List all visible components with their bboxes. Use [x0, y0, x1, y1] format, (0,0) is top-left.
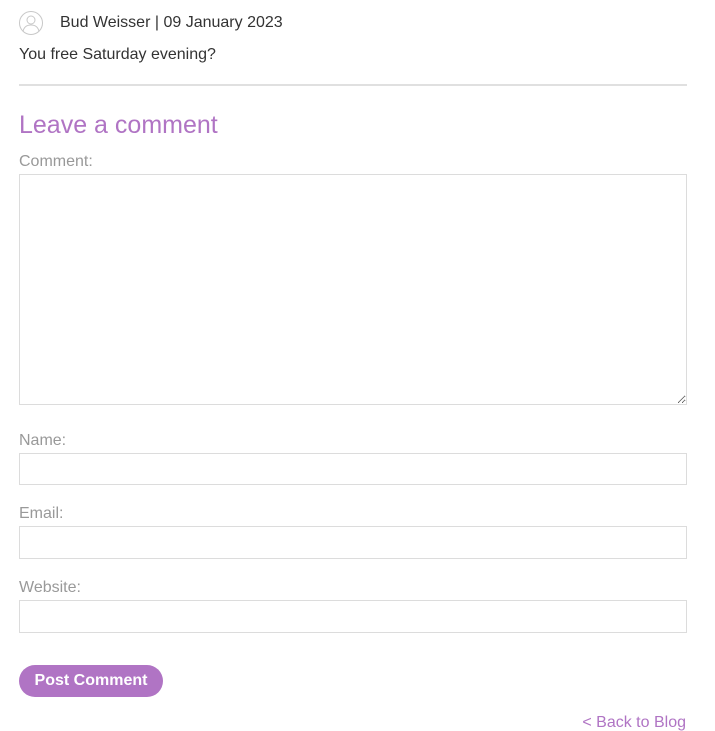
website-input[interactable]	[19, 600, 687, 633]
comment-author: Bud Weisser	[60, 14, 151, 31]
back-to-blog-link[interactable]: < Back to Blog	[582, 714, 686, 731]
name-input[interactable]	[19, 453, 687, 485]
website-label: Website:	[19, 579, 81, 596]
email-input[interactable]	[19, 526, 687, 559]
comment-date: 09 January 2023	[163, 14, 283, 31]
comment-meta: Bud Weisser | 09 January 2023	[60, 14, 283, 32]
name-label: Name:	[19, 432, 67, 449]
comment-page: Bud Weisser | 09 January 2023 You free S…	[0, 0, 715, 731]
user-avatar-icon	[19, 11, 43, 35]
post-comment-button[interactable]: Post Comment	[19, 665, 163, 697]
leave-comment-heading: Leave a comment	[19, 111, 218, 139]
comment-label: Comment:	[19, 153, 93, 170]
meta-separator: |	[150, 14, 164, 31]
divider	[19, 84, 687, 86]
comment-header: Bud Weisser | 09 January 2023	[19, 11, 283, 35]
email-label: Email:	[19, 505, 64, 522]
comment-textarea[interactable]	[19, 174, 687, 405]
comment-body: You free Saturday evening?	[19, 46, 216, 63]
